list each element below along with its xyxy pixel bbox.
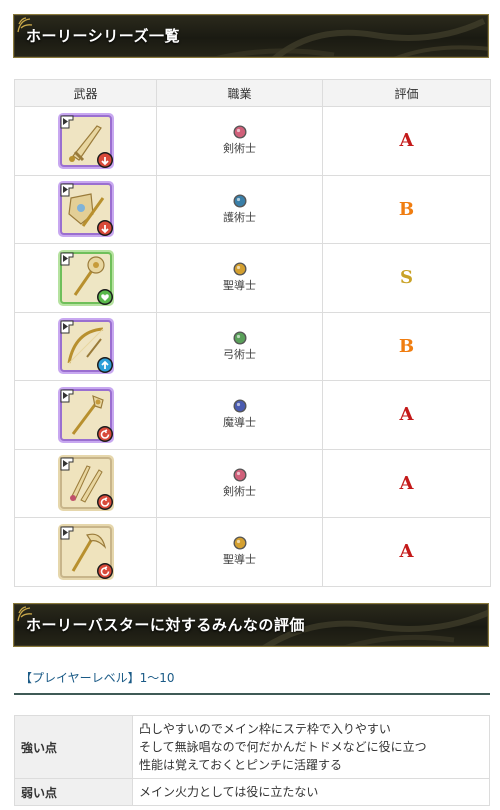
- weapon-thumbnail[interactable]: [57, 523, 115, 581]
- weapon-thumbnail[interactable]: [57, 454, 115, 512]
- table-row: 剣術士 A: [14, 448, 491, 518]
- holy-scythe-icon: [57, 523, 114, 580]
- review-section-header: ホーリーバスターに対するみんなの評価: [13, 603, 489, 647]
- rating-grade: A: [399, 472, 414, 494]
- swirl-badge-icon: [96, 494, 113, 511]
- holy-shield-sword-icon: [57, 181, 114, 238]
- table-row: 魔導士 A: [14, 380, 491, 450]
- job-label: 聖導士: [223, 279, 256, 293]
- holy-mace-icon: [57, 249, 114, 306]
- table-row: 護術士 B: [14, 174, 491, 244]
- weapons-table: 武器 職業 評価 剣術士 A 護術士 B 聖導士 S 弓術士 B 魔導士 A 剣…: [14, 79, 491, 587]
- swirl-badge-icon: [96, 562, 113, 579]
- down-arrow-badge-icon: [96, 220, 113, 237]
- holy-twin-blades-icon: [57, 455, 114, 512]
- rating-cell: A: [322, 517, 491, 587]
- strong-line: 性能は覚えておくとピンチに活躍する: [139, 758, 343, 772]
- weapon-thumbnail[interactable]: [57, 317, 115, 375]
- strong-line: そして無詠唱なので何だかんだトドメなどに役に立つ: [139, 740, 427, 754]
- job-label: 魔導士: [223, 416, 256, 430]
- job-icon: [233, 468, 246, 482]
- weak-row: 弱い点 メイン火力としては役に立たない: [14, 778, 490, 806]
- weapon-cell: [14, 448, 157, 518]
- weapon-thumbnail[interactable]: [57, 249, 115, 307]
- job-cell: 弓術士: [156, 311, 323, 381]
- table-row: 聖導士 A: [14, 517, 491, 587]
- weapon-cell: [14, 517, 157, 587]
- rating-cell: B: [322, 311, 491, 381]
- weapon-cell: [14, 174, 157, 244]
- strong-line: 凸しやすいのでメイン枠にステ枠で入りやすい: [139, 722, 391, 736]
- weak-label: 弱い点: [14, 778, 133, 806]
- rating-cell: B: [322, 174, 491, 244]
- strong-label: 強い点: [14, 715, 133, 779]
- job-cell: 聖導士: [156, 517, 323, 587]
- job-cell: 聖導士: [156, 243, 323, 313]
- job-label: 弓術士: [223, 347, 256, 361]
- rating-cell: A: [322, 448, 491, 518]
- header-weapon: 武器: [14, 79, 157, 107]
- holy-sword-icon: [57, 112, 114, 169]
- job-icon: [233, 536, 246, 550]
- section-title: ホーリーシリーズ一覧: [26, 27, 180, 45]
- weapon-thumbnail[interactable]: [57, 386, 115, 444]
- weapon-cell: [14, 380, 157, 450]
- weapon-thumbnail[interactable]: [57, 180, 115, 238]
- strong-row: 強い点 凸しやすいのでメイン枠にステ枠で入りやすい そして無詠唱なので何だかんだ…: [14, 715, 490, 779]
- table-row: 聖導士 S: [14, 243, 491, 313]
- rating-grade: A: [399, 404, 414, 426]
- rating-grade: S: [400, 267, 413, 289]
- series-section-header: ホーリーシリーズ一覧: [13, 14, 489, 58]
- holy-bow-icon: [57, 318, 114, 375]
- table-header-row: 武器 職業 評価: [14, 79, 491, 107]
- job-label: 剣術士: [223, 484, 256, 498]
- rating-grade: B: [398, 198, 415, 220]
- weapon-cell: [14, 243, 157, 313]
- rating-grade: A: [399, 541, 414, 563]
- header-job: 職業: [156, 79, 323, 107]
- strong-text: 凸しやすいのでメイン枠にステ枠で入りやすい そして無詠唱なので何だかんだトドメな…: [132, 715, 490, 779]
- header-rating: 評価: [322, 79, 491, 107]
- job-icon: [233, 194, 246, 208]
- weak-text: メイン火力としては役に立たない: [132, 778, 490, 806]
- holy-staff-icon: [57, 386, 114, 443]
- section-title: ホーリーバスターに対するみんなの評価: [26, 616, 305, 634]
- job-icon: [233, 399, 246, 413]
- swirl-badge-icon: [96, 425, 113, 442]
- job-cell: 魔導士: [156, 380, 323, 450]
- job-label: 護術士: [223, 210, 256, 224]
- player-level-label: 【プレイヤーレベル】1～10: [14, 669, 490, 695]
- job-cell: 剣術士: [156, 448, 323, 518]
- rating-cell: A: [322, 106, 491, 176]
- evaluation-table: 強い点 凸しやすいのでメイン枠にステ枠で入りやすい そして無詠唱なので何だかんだ…: [14, 715, 490, 806]
- weapon-cell: [14, 106, 157, 176]
- weapon-cell: [14, 311, 157, 381]
- rating-grade: A: [399, 130, 414, 152]
- job-cell: 護術士: [156, 174, 323, 244]
- rating-cell: S: [322, 243, 491, 313]
- job-icon: [233, 331, 246, 345]
- table-row: 剣術士 A: [14, 106, 491, 176]
- rating-grade: B: [398, 335, 415, 357]
- job-icon: [233, 262, 246, 276]
- job-icon: [233, 125, 246, 139]
- job-cell: 剣術士: [156, 106, 323, 176]
- heart-badge-icon: [96, 288, 113, 305]
- job-label: 剣術士: [223, 142, 256, 156]
- table-row: 弓術士 B: [14, 311, 491, 381]
- weapon-thumbnail[interactable]: [57, 112, 115, 170]
- rating-cell: A: [322, 380, 491, 450]
- down-arrow-badge-icon: [96, 151, 113, 168]
- up-arrow-badge-icon: [96, 357, 113, 374]
- job-label: 聖導士: [223, 553, 256, 567]
